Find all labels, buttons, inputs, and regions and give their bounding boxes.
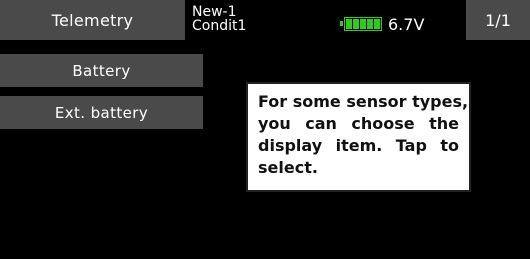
model-info: New-1 Condit1 xyxy=(192,5,302,33)
battery-voltage: 6.7V xyxy=(388,14,425,34)
model-name: New-1 xyxy=(192,4,237,20)
page-indicator-label: 1/1 xyxy=(485,10,511,30)
ext-battery-button[interactable]: Ext. battery xyxy=(0,96,203,129)
battery-icon xyxy=(340,17,382,31)
telemetry-screen: Telemetry New-1 Condit1 6.7V 1/1 Battery… xyxy=(0,0,530,259)
instruction-callout: For some sensor types, you can choose th… xyxy=(246,82,471,192)
callout-line-3: display item. Tap to xyxy=(258,136,459,155)
condition-name: Condit1 xyxy=(192,18,247,34)
telemetry-title-button[interactable]: Telemetry xyxy=(0,0,185,40)
callout-line-1: For some sensor types, xyxy=(258,92,469,111)
callout-line-2: you can choose the xyxy=(258,114,459,133)
telemetry-title-label: Telemetry xyxy=(51,10,134,30)
ext-battery-button-label: Ext. battery xyxy=(54,103,149,122)
page-indicator-button[interactable]: 1/1 xyxy=(466,0,530,40)
battery-button-label: Battery xyxy=(72,61,131,80)
battery-button[interactable]: Battery xyxy=(0,54,203,87)
callout-line-4: select. xyxy=(258,158,318,177)
battery-status: 6.7V xyxy=(340,14,444,34)
